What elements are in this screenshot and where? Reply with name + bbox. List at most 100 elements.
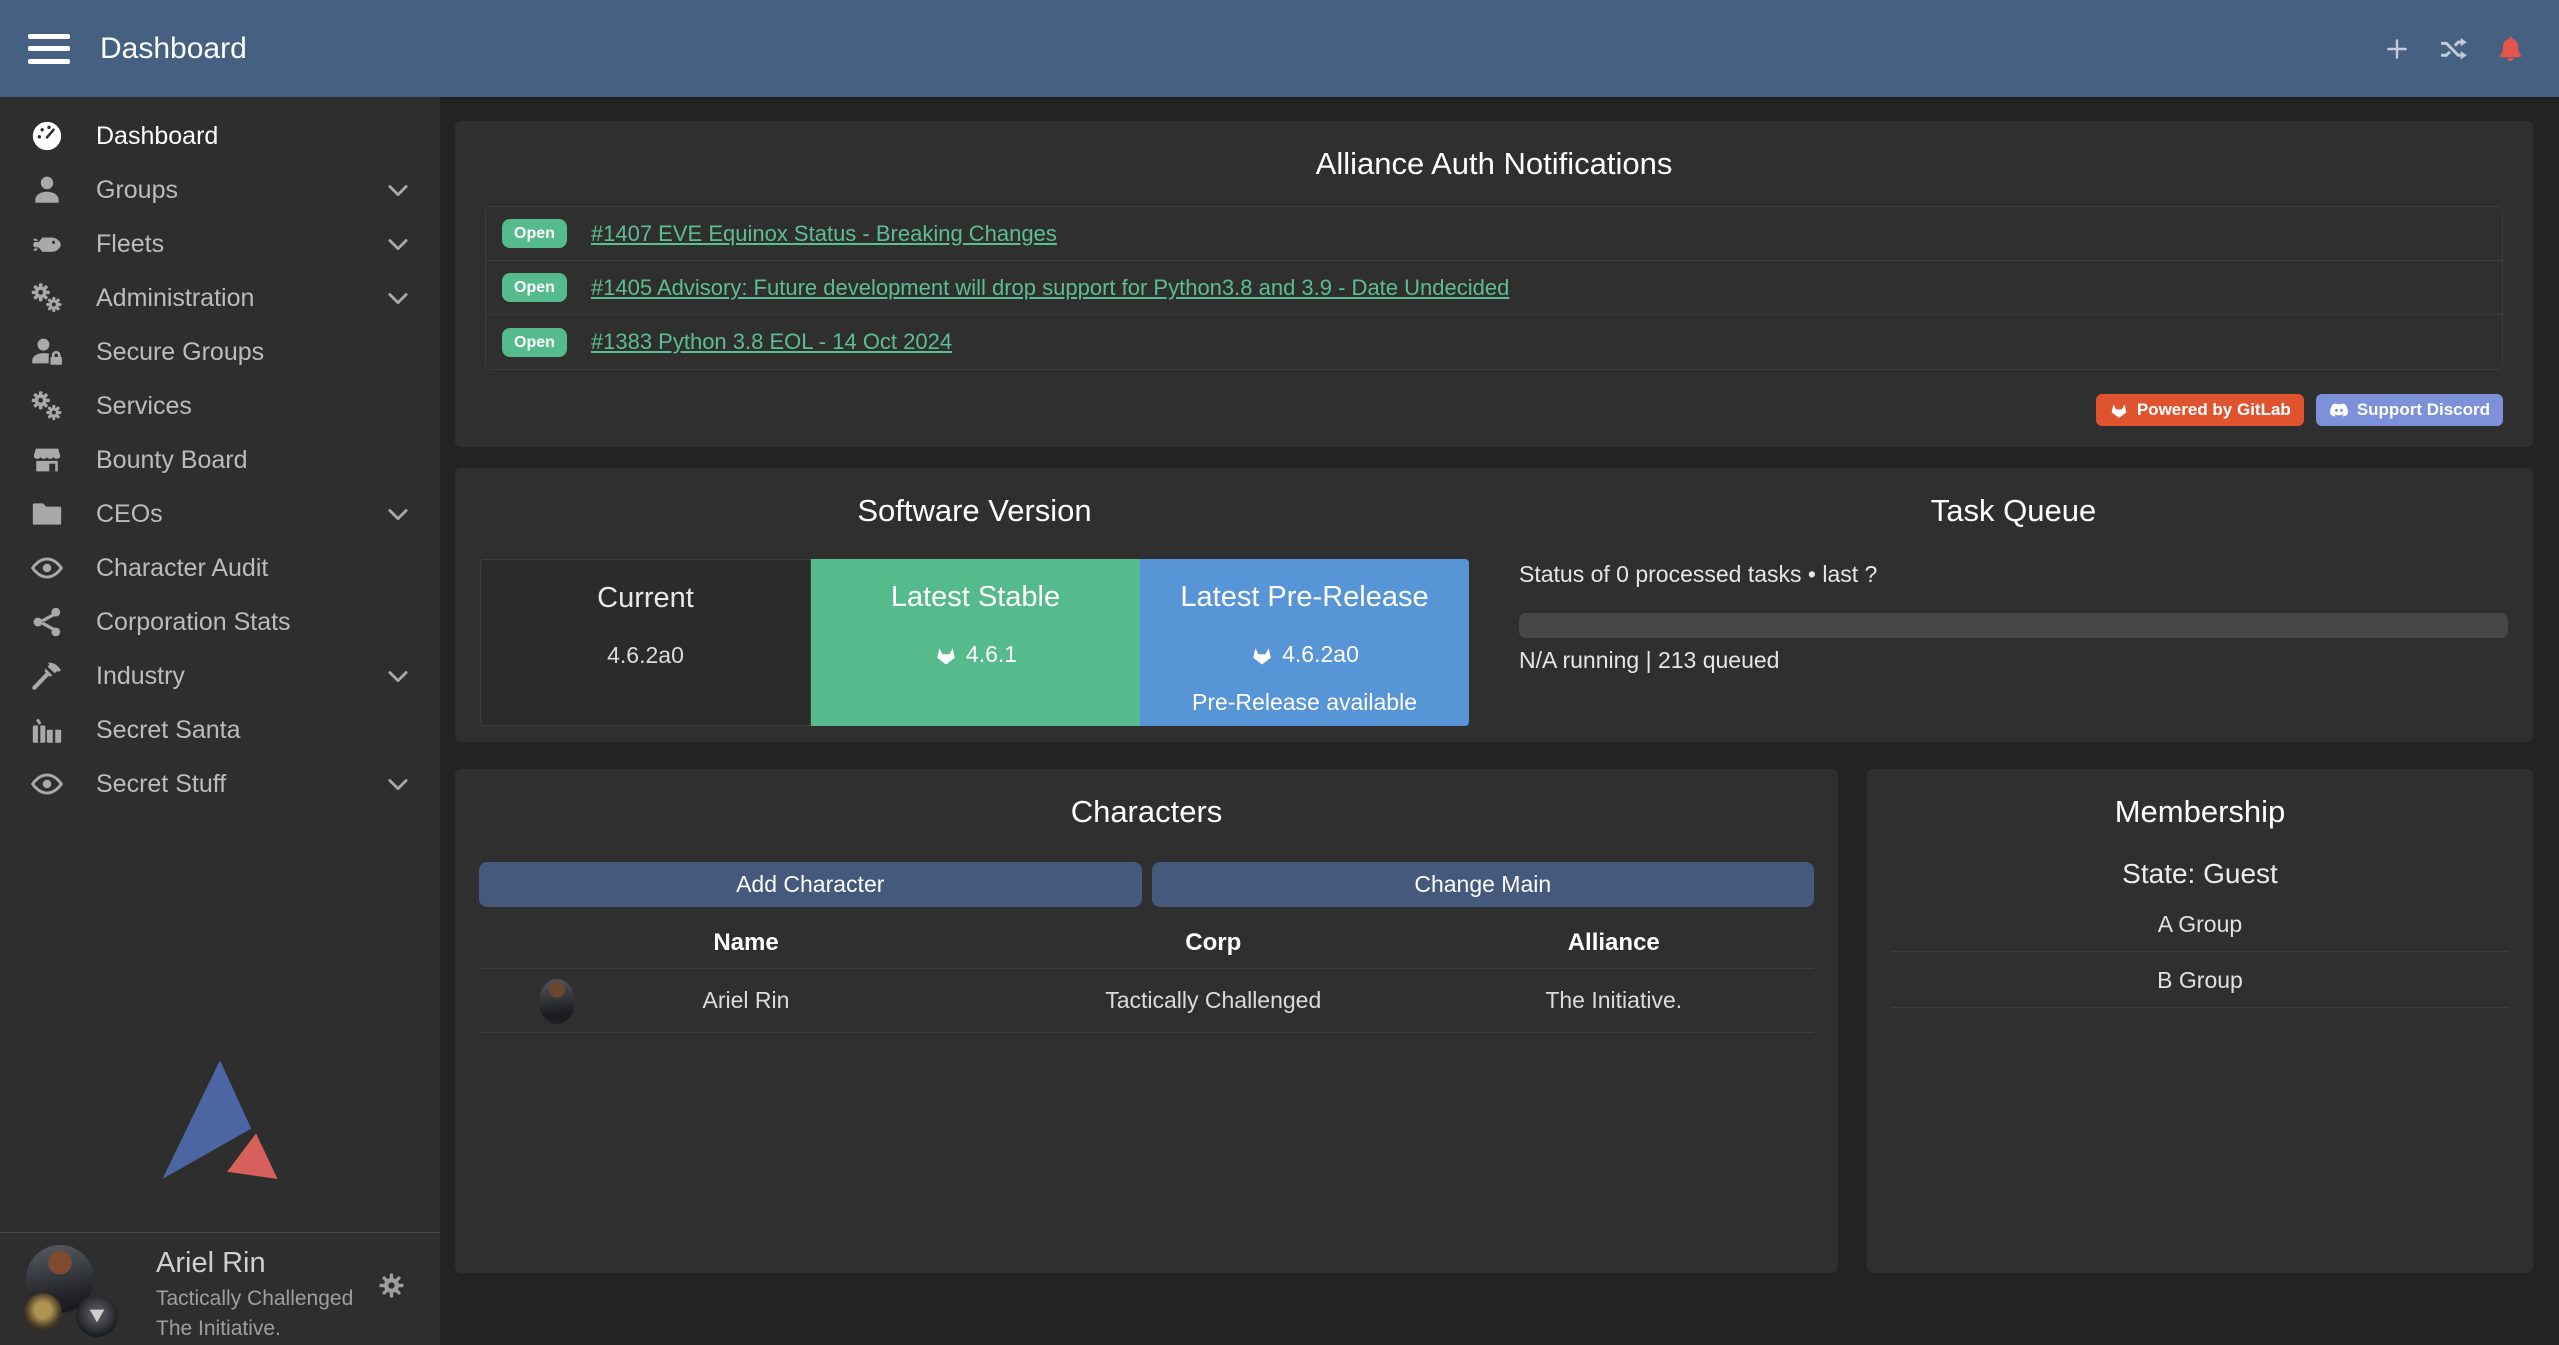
- add-character-button[interactable]: Add Character: [479, 862, 1142, 907]
- notifications-bell-icon[interactable]: [2496, 34, 2525, 63]
- alliance-logo: [76, 1295, 118, 1337]
- character-portrait: [539, 979, 575, 1024]
- chevron-down-icon: [384, 662, 412, 690]
- alliance-auth-logo: [0, 1056, 440, 1182]
- notification-item: Open #1383 Python 3.8 EOL - 14 Oct 2024: [486, 315, 2502, 369]
- gitlab-icon: [2109, 400, 2129, 420]
- sidebar-toggle-icon[interactable]: [28, 34, 70, 64]
- group-row: B Group: [1891, 952, 2509, 1008]
- sidebar-item-ceos[interactable]: CEOs: [0, 487, 440, 541]
- sidebar-item-fleets[interactable]: Fleets: [0, 217, 440, 271]
- notifications-list: Open #1407 EVE Equinox Status - Breaking…: [485, 206, 2503, 370]
- user-panel: Ariel Rin Tactically Challenged The Init…: [0, 1232, 440, 1345]
- chevron-down-icon: [384, 230, 412, 258]
- membership-state: State: Guest: [1891, 858, 2509, 890]
- status-badge: Open: [502, 219, 567, 248]
- user-settings-gear-icon[interactable]: [377, 1271, 406, 1300]
- status-badge: Open: [502, 273, 567, 302]
- add-character-icon[interactable]: [2384, 36, 2410, 62]
- software-version-title: Software Version: [480, 468, 1469, 529]
- sidebar-item-character-audit[interactable]: Character Audit: [0, 541, 440, 595]
- task-queue-section: Task Queue Status of 0 processed tasks •…: [1494, 468, 2533, 742]
- notification-item: Open #1405 Advisory: Future development …: [486, 261, 2502, 315]
- sidebar-item-industry[interactable]: Industry: [0, 649, 440, 703]
- corp-logo: [24, 1293, 62, 1331]
- sidebar-item-secret-santa[interactable]: Secret Santa: [0, 703, 440, 757]
- task-queue-title: Task Queue: [1519, 468, 2508, 529]
- gitlab-icon: [1250, 643, 1274, 667]
- membership-groups-list: A Group B Group: [1891, 896, 2509, 1008]
- powered-by-gitlab-badge[interactable]: Powered by GitLab: [2096, 394, 2304, 426]
- characters-table: Name Corp Alliance Ariel Rin Tactically …: [479, 917, 1814, 1033]
- notification-link[interactable]: #1407 EVE Equinox Status - Breaking Chan…: [591, 221, 1057, 247]
- characters-table-header: Name Corp Alliance: [479, 917, 1814, 969]
- discord-icon: [2329, 400, 2349, 420]
- sidebar-item-services[interactable]: Services: [0, 379, 440, 433]
- membership-panel: Membership State: Guest A Group B Group: [1867, 769, 2533, 1273]
- software-version-section: Software Version Current 4.6.2a0 Latest …: [455, 468, 1494, 742]
- sidebar-item-groups[interactable]: Groups: [0, 163, 440, 217]
- gears-icon: [30, 281, 64, 315]
- sidebar: Dashboard Groups Fleets Administration S…: [0, 97, 440, 1345]
- character-alliance: The Initiative.: [1414, 987, 1815, 1014]
- membership-title: Membership: [1891, 769, 2509, 830]
- eye-icon: [30, 551, 64, 585]
- notification-link[interactable]: #1405 Advisory: Future development will …: [591, 275, 1509, 301]
- sidebar-item-dashboard[interactable]: Dashboard: [0, 109, 440, 163]
- notifications-panel: Alliance Auth Notifications Open #1407 E…: [455, 121, 2533, 447]
- chevron-down-icon: [384, 500, 412, 528]
- character-corp: Tactically Challenged: [1013, 987, 1414, 1014]
- user-corp: Tactically Challenged: [156, 1287, 353, 1311]
- version-taskqueue-panel: Software Version Current 4.6.2a0 Latest …: [455, 468, 2533, 742]
- user-lock-icon: [30, 335, 64, 369]
- sidebar-item-bounty-board[interactable]: Bounty Board: [0, 433, 440, 487]
- user-alliance: The Initiative.: [156, 1317, 353, 1341]
- share-nodes-icon: [30, 605, 64, 639]
- user-avatar: [24, 1245, 140, 1341]
- chevron-down-icon: [384, 284, 412, 312]
- version-boxes: Current 4.6.2a0 Latest Stable 4.6.1 Late…: [480, 559, 1469, 726]
- table-row: Ariel Rin Tactically Challenged The Init…: [479, 969, 1814, 1033]
- task-queue-status: Status of 0 processed tasks • last ?: [1519, 561, 2508, 588]
- task-queue-summary: N/A running | 213 queued: [1519, 647, 2508, 674]
- task-queue-progressbar: [1519, 613, 2508, 638]
- user-name: Ariel Rin: [156, 1247, 353, 1280]
- prerelease-note: Pre-Release available: [1192, 689, 1417, 716]
- notification-item: Open #1407 EVE Equinox Status - Breaking…: [486, 207, 2502, 261]
- sidebar-item-administration[interactable]: Administration: [0, 271, 440, 325]
- shuttle-icon: [30, 227, 64, 261]
- shuffle-icon[interactable]: [2438, 34, 2468, 64]
- sidebar-item-corporation-stats[interactable]: Corporation Stats: [0, 595, 440, 649]
- notification-link[interactable]: #1383 Python 3.8 EOL - 14 Oct 2024: [591, 329, 952, 355]
- chevron-down-icon: [384, 176, 412, 204]
- characters-panel: Characters Add Character Change Main Nam…: [455, 769, 1838, 1273]
- version-latest-prerelease: Latest Pre-Release 4.6.2a0 Pre-Release a…: [1140, 559, 1469, 726]
- main-content: Alliance Auth Notifications Open #1407 E…: [440, 97, 2559, 1345]
- status-badge: Open: [502, 328, 567, 357]
- gears-icon: [30, 389, 64, 423]
- chevron-down-icon: [384, 770, 412, 798]
- notifications-footer: Powered by GitLab Support Discord: [485, 394, 2503, 426]
- user-info: Ariel Rin Tactically Challenged The Init…: [156, 1245, 353, 1341]
- hammer-icon: [30, 659, 64, 693]
- user-icon: [30, 173, 64, 207]
- sidebar-menu: Dashboard Groups Fleets Administration S…: [0, 97, 440, 811]
- navbar-actions: [2384, 34, 2525, 64]
- support-discord-badge[interactable]: Support Discord: [2316, 394, 2503, 426]
- sidebar-item-secure-groups[interactable]: Secure Groups: [0, 325, 440, 379]
- sidebar-item-secret-stuff[interactable]: Secret Stuff: [0, 757, 440, 811]
- gitlab-icon: [934, 643, 958, 667]
- notifications-title: Alliance Auth Notifications: [485, 121, 2503, 182]
- eye-icon: [30, 767, 64, 801]
- version-latest-stable: Latest Stable 4.6.1: [811, 559, 1140, 726]
- gifts-icon: [30, 713, 64, 747]
- page-title: Dashboard: [100, 32, 247, 66]
- store-icon: [30, 443, 64, 477]
- version-current: Current 4.6.2a0: [480, 559, 811, 726]
- change-main-button[interactable]: Change Main: [1152, 862, 1815, 907]
- group-row: A Group: [1891, 896, 2509, 952]
- gauge-icon: [30, 119, 64, 153]
- top-navbar: Dashboard: [0, 0, 2559, 97]
- folder-icon: [30, 497, 64, 531]
- characters-title: Characters: [479, 769, 1814, 830]
